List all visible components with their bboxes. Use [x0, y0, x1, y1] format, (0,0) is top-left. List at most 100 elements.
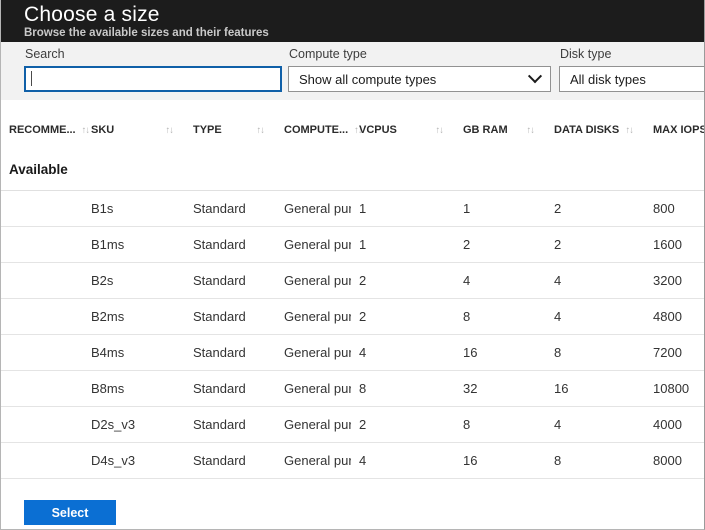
cell-sku: B8ms — [83, 381, 185, 396]
search-box — [24, 66, 282, 92]
table-body: B1s Standard General purpose 1 1 2 800 B… — [1, 191, 704, 479]
compute-type-dropdown[interactable]: Show all compute types — [288, 66, 551, 92]
cell-type: Standard — [185, 345, 276, 360]
cell-vcpus: 8 — [351, 381, 455, 396]
sort-icon: ↑↓ — [620, 125, 634, 136]
cell-sku: B1ms — [83, 237, 185, 252]
search-filter: Search — [24, 47, 282, 92]
cell-data-disks: 16 — [546, 381, 645, 396]
sort-icon: ↑↓ — [521, 125, 535, 136]
cell-vcpus: 4 — [351, 453, 455, 468]
sort-icon: ↑↓ — [251, 125, 265, 136]
cell-gb-ram: 16 — [455, 345, 546, 360]
compute-type-filter: Compute type Show all compute types — [288, 47, 551, 92]
column-header-compute[interactable]: COMPUTE... ↑↓ — [276, 115, 351, 145]
table-row-B1s[interactable]: B1s Standard General purpose 1 1 2 800 — [1, 191, 705, 227]
cell-vcpus: 1 — [351, 237, 455, 252]
table-row-B1ms[interactable]: B1ms Standard General purpose 1 2 2 1600 — [1, 227, 705, 263]
cell-vcpus: 2 — [351, 309, 455, 324]
cell-type: Standard — [185, 453, 276, 468]
column-header-label: TYPE — [193, 124, 222, 136]
cell-sku: B1s — [83, 201, 185, 216]
table-row-B8ms[interactable]: B8ms Standard General purpose 8 32 16 10… — [1, 371, 705, 407]
cell-max-iops: 10800 — [645, 381, 705, 396]
cell-type: Standard — [185, 237, 276, 252]
column-header-sku[interactable]: SKU ↑↓ — [83, 115, 185, 145]
disk-type-label: Disk type — [560, 47, 705, 61]
cell-type: Standard — [185, 201, 276, 216]
column-header-label: GB RAM — [463, 124, 508, 136]
column-header-type[interactable]: TYPE ↑↓ — [185, 115, 276, 145]
cell-gb-ram: 2 — [455, 237, 546, 252]
group-header-available: Available — [1, 145, 704, 191]
page-title: Choose a size — [24, 3, 704, 27]
disk-type-value: All disk types — [570, 72, 646, 87]
column-header-vcpus[interactable]: VCPUS ↑↓ — [351, 115, 455, 145]
cell-sku: D4s_v3 — [83, 453, 185, 468]
cell-max-iops: 4800 — [645, 309, 705, 324]
cell-compute-type: General purpose — [276, 417, 351, 432]
cell-compute-type: General purpose — [276, 201, 351, 216]
cell-gb-ram: 8 — [455, 417, 546, 432]
table-row-B2ms[interactable]: B2ms Standard General purpose 2 8 4 4800 — [1, 299, 705, 335]
cell-type: Standard — [185, 417, 276, 432]
cell-compute-type: General purpose — [276, 273, 351, 288]
cell-gb-ram: 1 — [455, 201, 546, 216]
column-header-label: COMPUTE... — [284, 124, 348, 136]
cell-data-disks: 4 — [546, 309, 645, 324]
cell-data-disks: 2 — [546, 237, 645, 252]
cell-data-disks: 8 — [546, 453, 645, 468]
cell-max-iops: 3200 — [645, 273, 705, 288]
dialog-header: Choose a size Browse the available sizes… — [1, 0, 704, 42]
cell-vcpus: 4 — [351, 345, 455, 360]
cell-type: Standard — [185, 381, 276, 396]
filter-bar: Search Compute type Show all compute typ… — [1, 42, 704, 100]
cell-sku: B2ms — [83, 309, 185, 324]
disk-type-dropdown[interactable]: All disk types — [559, 66, 705, 92]
cell-max-iops: 8000 — [645, 453, 705, 468]
table-row-D2s_v3[interactable]: D2s_v3 Standard General purpose 2 8 4 40… — [1, 407, 705, 443]
table-row-B4ms[interactable]: B4ms Standard General purpose 4 16 8 720… — [1, 335, 705, 371]
table-header-row: RECOMME... ↑↓ SKU ↑↓ TYPE ↑↓ COMPUTE... … — [1, 100, 705, 145]
disk-type-filter: Disk type All disk types — [559, 47, 705, 92]
table-row-B2s[interactable]: B2s Standard General purpose 2 4 4 3200 — [1, 263, 705, 299]
sort-icon: ↑↓ — [160, 125, 174, 136]
cell-sku: D2s_v3 — [83, 417, 185, 432]
cell-sku: B4ms — [83, 345, 185, 360]
column-header-label: VCPUS — [359, 124, 397, 136]
cell-max-iops: 4000 — [645, 417, 705, 432]
cell-data-disks: 4 — [546, 417, 645, 432]
cell-compute-type: General purpose — [276, 237, 351, 252]
cell-gb-ram: 8 — [455, 309, 546, 324]
column-header-recommended[interactable]: RECOMME... ↑↓ — [1, 115, 83, 145]
table-row-D4s_v3[interactable]: D4s_v3 Standard General purpose 4 16 8 8… — [1, 443, 705, 479]
cell-vcpus: 2 — [351, 273, 455, 288]
search-input[interactable] — [24, 66, 282, 92]
chevron-down-icon — [528, 69, 542, 83]
cell-gb-ram: 16 — [455, 453, 546, 468]
cell-type: Standard — [185, 273, 276, 288]
choose-a-size-dialog: Choose a size Browse the available sizes… — [0, 0, 705, 530]
column-header-gbram[interactable]: GB RAM ↑↓ — [455, 115, 546, 145]
compute-type-label: Compute type — [289, 47, 551, 61]
select-button[interactable]: Select — [24, 500, 116, 525]
cell-vcpus: 1 — [351, 201, 455, 216]
cell-data-disks: 8 — [546, 345, 645, 360]
column-header-datadisks[interactable]: DATA DISKS ↑↓ — [546, 115, 645, 145]
cell-compute-type: General purpose — [276, 309, 351, 324]
cell-gb-ram: 32 — [455, 381, 546, 396]
cell-compute-type: General purpose — [276, 345, 351, 360]
page-subtitle: Browse the available sizes and their fea… — [24, 27, 704, 40]
cell-max-iops: 7200 — [645, 345, 705, 360]
search-label: Search — [25, 47, 282, 61]
cell-data-disks: 4 — [546, 273, 645, 288]
column-header-label: SKU — [91, 124, 114, 136]
cell-type: Standard — [185, 309, 276, 324]
sort-icon: ↑↓ — [430, 125, 444, 136]
cell-max-iops: 800 — [645, 201, 705, 216]
column-header-label: DATA DISKS — [554, 124, 619, 136]
column-header-label: RECOMME... — [9, 124, 76, 136]
cell-sku: B2s — [83, 273, 185, 288]
cell-compute-type: General purpose — [276, 381, 351, 396]
column-header-maxiops[interactable]: MAX IOPS — [645, 115, 705, 145]
